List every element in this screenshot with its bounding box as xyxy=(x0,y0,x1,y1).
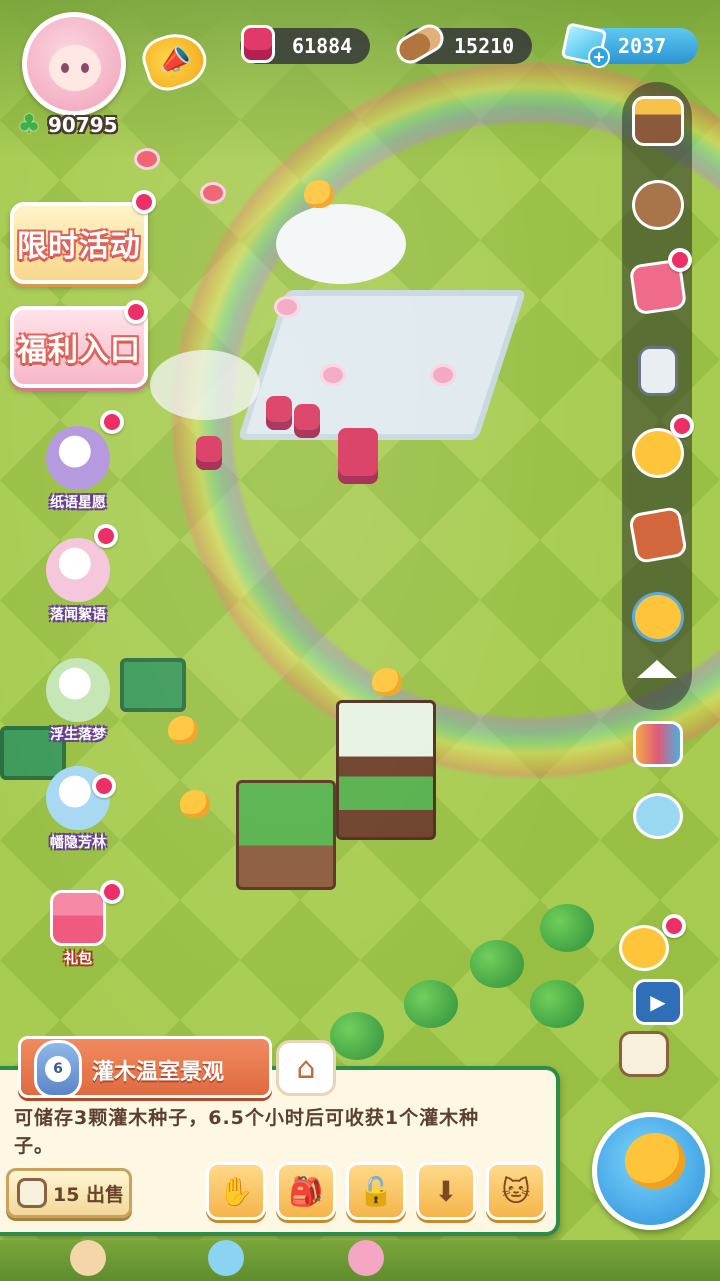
jam-value: 61884 xyxy=(292,34,353,58)
avatar-eye xyxy=(81,63,89,73)
building-title: 灌木温室景观 xyxy=(92,1060,225,1085)
character-event-luowen[interactable]: 落闻絮语 xyxy=(30,524,126,624)
lotus-flower xyxy=(430,364,456,386)
notification-badge xyxy=(94,524,118,548)
cat-face-icon[interactable]: 🐱 xyxy=(486,1162,546,1220)
shrub-greenhouse[interactable] xyxy=(336,700,436,840)
shrub xyxy=(470,940,524,988)
notification-badge xyxy=(668,248,692,272)
avatar-eye xyxy=(61,63,69,73)
fairy-character-icon xyxy=(46,658,110,722)
lotus-pond[interactable] xyxy=(237,290,527,440)
clover-icon: ♣ xyxy=(17,110,41,140)
level-value: 6 xyxy=(45,1056,71,1082)
chick-npc[interactable] xyxy=(180,790,210,818)
level-badge: 6 xyxy=(34,1040,82,1098)
wood-log-icon xyxy=(391,18,449,70)
gift-pack-button[interactable]: 礼包 xyxy=(30,872,126,968)
character-event-zhiyu[interactable]: 纸语星愿 xyxy=(30,410,126,512)
phone-device-icon[interactable] xyxy=(628,342,688,400)
notification-badge xyxy=(670,414,694,438)
clover-counter: ♣ 90795 xyxy=(14,110,118,140)
chick-npc[interactable] xyxy=(372,668,402,696)
bunny-character-icon xyxy=(46,538,110,602)
character-event-label: 浮生落梦 xyxy=(50,727,106,743)
video-icon[interactable]: ▶ xyxy=(628,974,688,1030)
wood-value: 15210 xyxy=(454,34,515,58)
honey-jar-decor[interactable] xyxy=(338,428,378,484)
gem-icon: + xyxy=(558,18,610,70)
qa-chick-icon[interactable] xyxy=(628,588,688,646)
jam-jar-decor xyxy=(294,404,320,438)
notification-badge xyxy=(662,914,686,938)
pet-npc[interactable] xyxy=(348,1240,384,1276)
rose-flower xyxy=(200,182,226,204)
globe-chick xyxy=(625,1133,685,1189)
camera-icon[interactable] xyxy=(628,716,688,772)
character-event-label: 幡隐芳林 xyxy=(50,835,106,851)
notification-badge xyxy=(92,774,116,798)
chick-bell-icon[interactable] xyxy=(628,414,694,482)
shop-stall-icon[interactable] xyxy=(628,92,688,150)
chick-pair-icon[interactable] xyxy=(614,914,686,976)
cloud xyxy=(150,350,260,420)
cloud xyxy=(276,204,406,284)
lotus-flower xyxy=(320,364,346,386)
shrub xyxy=(330,1012,384,1060)
jam-jar-decor xyxy=(196,436,222,470)
gem-value: 2037 xyxy=(618,34,667,58)
jam-jar-icon xyxy=(232,18,284,70)
player-avatar[interactable] xyxy=(22,12,126,116)
character-event-fusheng[interactable]: 浮生落梦 xyxy=(30,648,126,744)
pet-npc[interactable] xyxy=(70,1240,106,1276)
clover-value: 90795 xyxy=(48,113,118,137)
unlock-icon[interactable]: 🔓 xyxy=(346,1162,406,1220)
notification-badge xyxy=(132,190,156,214)
store-box-icon[interactable]: ⬇ xyxy=(416,1162,476,1220)
book-icon[interactable] xyxy=(628,505,688,565)
welfare-entry-label: 福利入口 xyxy=(17,333,141,368)
character-event-label: 落闻絮语 xyxy=(50,607,106,623)
welfare-entry-button[interactable]: 福利入口 xyxy=(10,300,148,388)
chick-npc[interactable] xyxy=(304,180,334,208)
gem-resource[interactable]: + 2037 xyxy=(560,22,698,68)
collapse-up-icon[interactable] xyxy=(628,646,686,692)
notes-glasses-icon[interactable] xyxy=(614,1026,674,1082)
wood-resource[interactable]: 15210 xyxy=(391,19,532,69)
rotate-phone-icon[interactable] xyxy=(628,788,688,844)
sell-label: 15 出售 xyxy=(53,1183,125,1206)
shrub xyxy=(530,980,584,1028)
character-event-label: 纸语星愿 xyxy=(50,495,106,511)
add-gem-icon[interactable]: + xyxy=(588,46,610,68)
sell-coin-icon xyxy=(17,1178,47,1208)
character-event-fanyin[interactable]: 幡隐芳林 xyxy=(30,756,126,852)
chick-npc[interactable] xyxy=(168,716,198,744)
gift-pack-label: 礼包 xyxy=(64,951,92,967)
shrub xyxy=(404,980,458,1028)
backpack-icon[interactable]: 🎒 xyxy=(276,1162,336,1220)
limited-event-button[interactable]: 限时活动 xyxy=(10,190,156,284)
house-icon[interactable]: ⌂ xyxy=(276,1040,336,1096)
shrub xyxy=(540,904,594,952)
move-hand-icon[interactable]: ✋ xyxy=(206,1162,266,1220)
jam-resource[interactable]: 61884 xyxy=(240,25,370,64)
building-description: 可储存3颗灌木种子，6.5个小时后可收获1个灌木种子。 xyxy=(14,1107,480,1157)
bear-friends-icon[interactable] xyxy=(628,176,688,234)
sell-button[interactable]: 15 出售 xyxy=(6,1168,132,1218)
avatar-face xyxy=(49,45,101,91)
gift-box-icon xyxy=(50,890,106,946)
notebook-icon[interactable] xyxy=(628,248,692,316)
rose-flower xyxy=(134,148,160,170)
garden-shelf[interactable] xyxy=(236,780,336,890)
notification-badge xyxy=(124,300,148,324)
notification-badge xyxy=(100,410,124,434)
jam-jar-decor xyxy=(266,396,292,430)
notification-badge xyxy=(100,880,124,904)
witch-character-icon xyxy=(46,426,110,490)
planter-crate[interactable] xyxy=(120,658,186,712)
limited-event-label: 限时活动 xyxy=(17,229,141,264)
lotus-flower xyxy=(274,296,300,318)
pet-npc[interactable] xyxy=(208,1240,244,1276)
world-chick-icon[interactable] xyxy=(592,1112,710,1230)
